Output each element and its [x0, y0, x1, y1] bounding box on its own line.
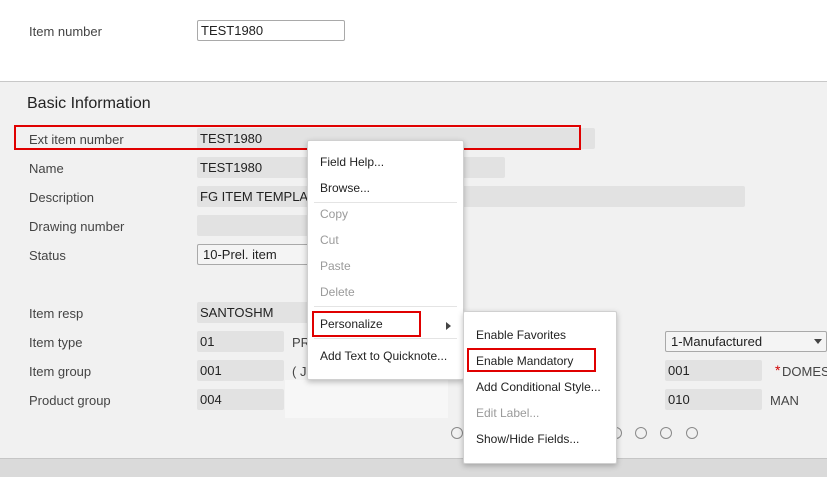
page-dot[interactable] [686, 427, 698, 439]
status-value: 10-Prel. item [203, 247, 277, 262]
item-group-label: Item group [29, 364, 92, 379]
menu-divider [314, 306, 457, 307]
submenu-item-show-hide-fields[interactable]: Show/Hide Fields... [464, 432, 579, 446]
item-number-input[interactable]: TEST1980 [197, 20, 345, 41]
menu-item-field-help[interactable]: Field Help... [308, 155, 384, 169]
description-label: Description [29, 190, 95, 205]
item-resp-label: Item resp [29, 306, 84, 321]
highlight-personalize [312, 311, 421, 337]
item-group-right-text: DOMES [782, 364, 827, 379]
item-group-field[interactable]: 001 [197, 360, 284, 381]
item-number-label: Item number [29, 24, 102, 39]
item-group-desc: ( J [292, 364, 307, 379]
faded-overlay [285, 380, 448, 418]
product-group-field[interactable]: 004 [197, 389, 284, 410]
description-field[interactable]: FG ITEM TEMPLA [197, 186, 745, 207]
menu-divider [314, 338, 457, 339]
menu-item-cut[interactable]: Cut [308, 233, 339, 247]
required-mark-icon: * [775, 362, 781, 378]
menu-item-paste[interactable]: Paste [308, 259, 351, 273]
highlight-ext-item-number [14, 125, 581, 150]
item-type-label: Item type [29, 335, 83, 350]
personalize-submenu: Enable Favorites Enable Mandatory Add Co… [463, 311, 617, 464]
page-dot[interactable] [660, 427, 672, 439]
status-label: Status [29, 248, 66, 263]
highlight-enable-mandatory [467, 348, 596, 372]
header-panel [0, 0, 827, 82]
item-type-field[interactable]: 01 [197, 331, 284, 352]
page-dot[interactable] [451, 427, 463, 439]
menu-item-add-quicknote[interactable]: Add Text to Quicknote... [308, 349, 447, 363]
item-group-right-field[interactable]: 001 [665, 360, 762, 381]
menu-item-copy[interactable]: Copy [308, 207, 348, 221]
submenu-item-edit-label[interactable]: Edit Label... [464, 406, 539, 420]
name-label: Name [29, 161, 64, 176]
bottom-bar [0, 458, 827, 477]
menu-item-browse[interactable]: Browse... [308, 181, 370, 195]
product-group-label: Product group [29, 393, 111, 408]
submenu-item-enable-favorites[interactable]: Enable Favorites [464, 328, 566, 342]
item-type-select[interactable]: 1-Manufactured [665, 331, 827, 352]
chevron-down-icon [814, 339, 822, 344]
product-group-right-field[interactable]: 010 [665, 389, 762, 410]
item-type-select-value: 1-Manufactured [671, 334, 763, 349]
context-menu: Field Help... Browse... Copy Cut Paste D… [307, 140, 464, 380]
item-resp-field[interactable]: SANTOSHM [197, 302, 312, 323]
section-title: Basic Information [27, 95, 151, 112]
drawing-number-field[interactable] [197, 215, 312, 236]
product-group-right-text: MAN [770, 393, 799, 408]
page-dot[interactable] [635, 427, 647, 439]
menu-item-delete[interactable]: Delete [308, 285, 355, 299]
menu-divider [314, 202, 457, 203]
status-select[interactable]: 10-Prel. item [197, 244, 312, 265]
chevron-right-icon [446, 322, 451, 330]
submenu-item-add-conditional-style[interactable]: Add Conditional Style... [464, 380, 601, 394]
drawing-number-label: Drawing number [29, 219, 125, 234]
